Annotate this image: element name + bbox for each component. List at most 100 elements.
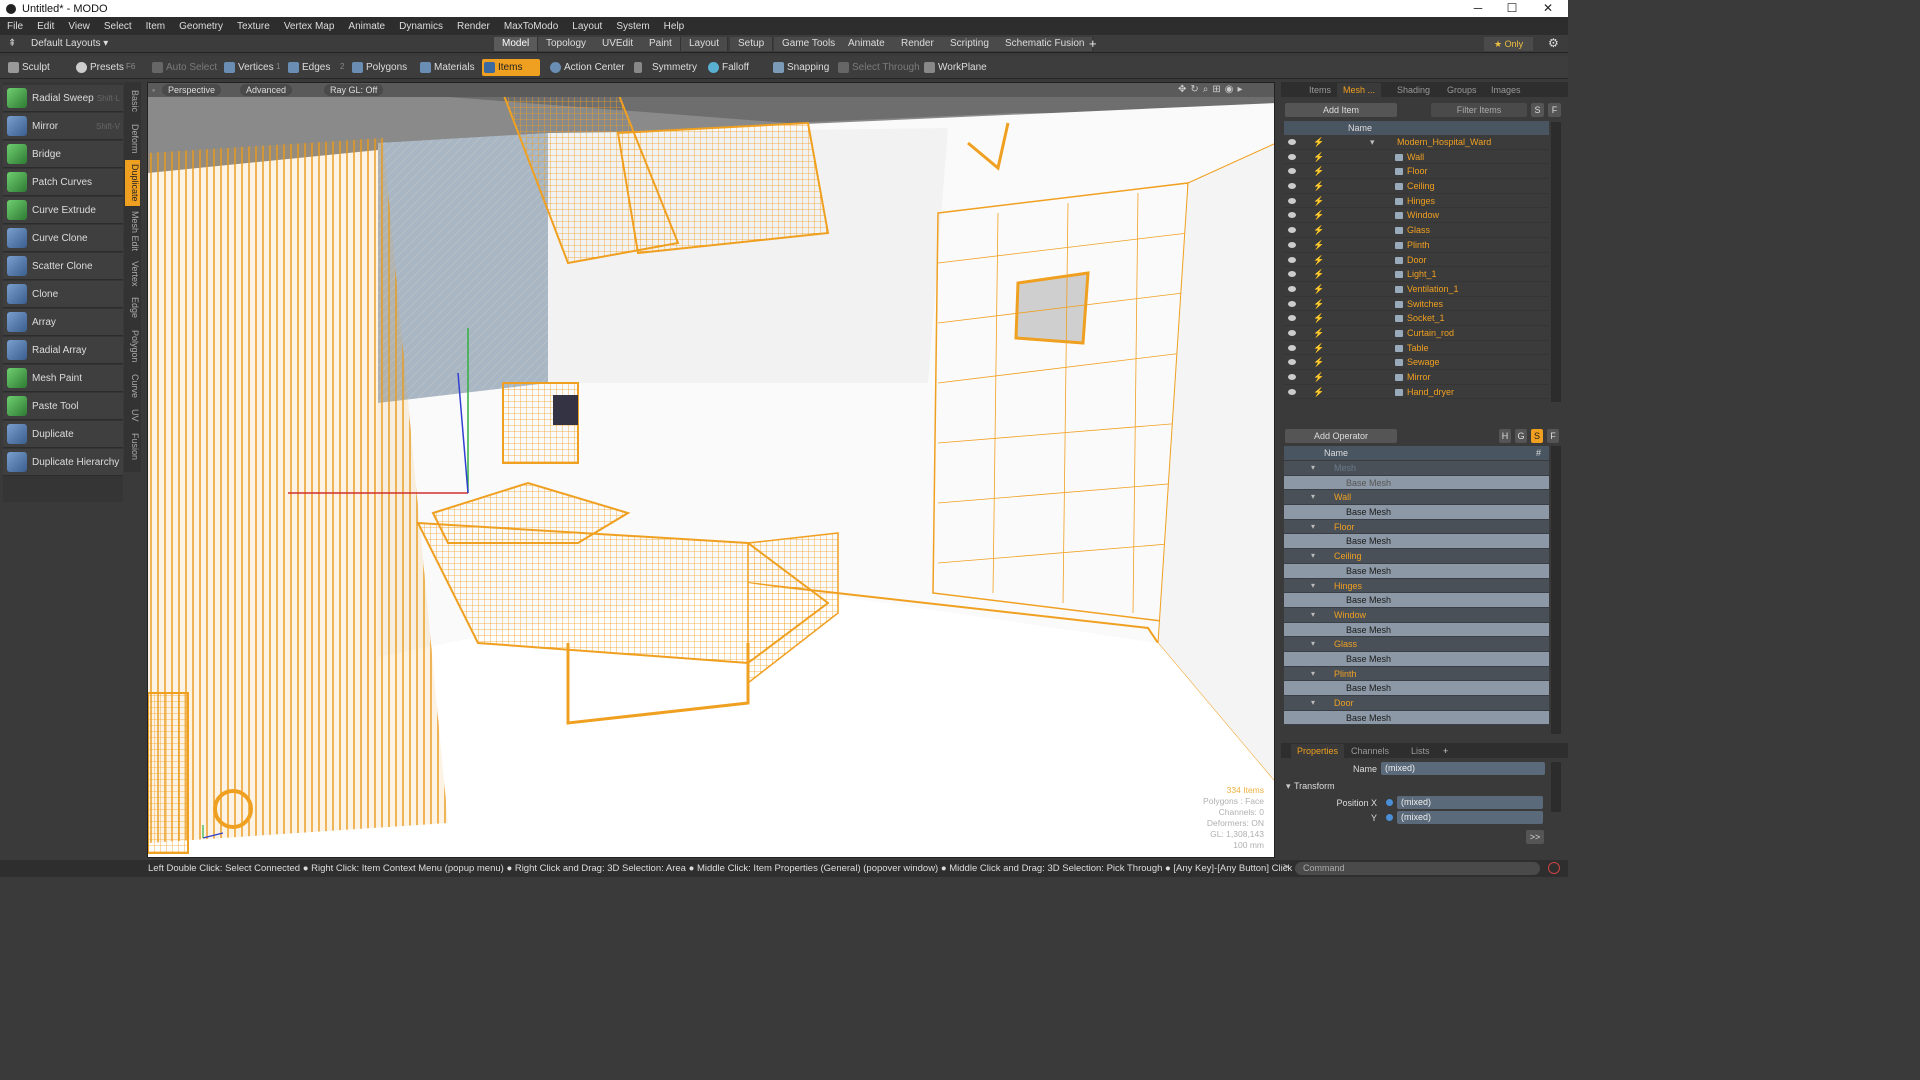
lock-icon[interactable]: ⚡ xyxy=(1313,196,1324,205)
vtab-deform[interactable]: Deform xyxy=(125,120,140,158)
maximize-button[interactable]: ☐ xyxy=(1494,0,1530,17)
eye-icon[interactable] xyxy=(1288,285,1296,292)
filter-items-input[interactable]: Filter Items xyxy=(1431,103,1527,117)
gear-icon[interactable]: ⚙ xyxy=(1548,36,1559,50)
curve-extrude-tool[interactable]: Curve Extrude xyxy=(3,197,123,224)
operator-row[interactable]: ▾ Mesh xyxy=(1284,461,1549,476)
operator-h-button[interactable]: H xyxy=(1499,429,1511,443)
command-input[interactable]: Command xyxy=(1295,862,1540,875)
eye-icon[interactable] xyxy=(1288,315,1296,322)
curve-clone-tool[interactable]: Curve Clone xyxy=(3,225,123,252)
snapping-button[interactable]: Snapping xyxy=(771,59,829,76)
operator-row[interactable]: ▾ Plinth xyxy=(1284,666,1549,682)
3d-viewport[interactable]: ◦ Perspective Advanced Ray GL: Off ✥↻⌕⊞◉… xyxy=(147,82,1275,858)
menu-vertex-map[interactable]: Vertex Map xyxy=(277,21,342,32)
record-icon[interactable] xyxy=(1548,862,1560,874)
lock-icon[interactable]: ⚡ xyxy=(1313,226,1324,235)
vtab-uv[interactable]: UV xyxy=(125,405,140,425)
tab-items[interactable]: Items xyxy=(1303,83,1337,97)
operator-row[interactable]: ▾ Ceiling xyxy=(1284,549,1549,564)
list-item[interactable]: ⚡ Switches xyxy=(1284,296,1549,312)
list-item[interactable]: ⚡ Socket_1 xyxy=(1284,311,1549,326)
menu-animate[interactable]: Animate xyxy=(341,21,392,32)
tab-render[interactable]: Render xyxy=(893,37,943,51)
bridge-tool[interactable]: Bridge xyxy=(3,141,123,168)
lock-icon[interactable]: ⚡ xyxy=(1313,211,1324,220)
list-item[interactable]: ⚡ Window xyxy=(1284,208,1549,224)
operator-row[interactable]: ▾ Hinges xyxy=(1284,578,1549,594)
eye-icon[interactable] xyxy=(1288,139,1296,145)
falloff-button[interactable]: Falloff xyxy=(706,59,749,76)
vtab-basic[interactable]: Basic xyxy=(125,86,140,116)
lock-icon[interactable]: ⚡ xyxy=(1313,284,1324,293)
mirror-tool[interactable]: Mirror Shift-V xyxy=(3,113,123,140)
operator-sub-row[interactable]: Base Mesh xyxy=(1284,681,1549,696)
items-button[interactable]: Items xyxy=(482,59,540,76)
vtab-curve[interactable]: Curve xyxy=(125,370,140,402)
eye-icon[interactable] xyxy=(1288,153,1296,160)
minimize-button[interactable]: ─ xyxy=(1460,0,1496,17)
tab-setup[interactable]: Setup xyxy=(730,37,774,51)
menu-view[interactable]: View xyxy=(61,21,97,32)
eye-icon[interactable] xyxy=(1288,329,1296,336)
eye-icon[interactable] xyxy=(1288,359,1296,366)
eye-icon[interactable] xyxy=(1288,344,1296,351)
operator-sub-row[interactable]: Base Mesh xyxy=(1284,563,1549,579)
add-layout-tab-button[interactable]: + xyxy=(1089,36,1097,51)
only-toggle[interactable]: ★ Only xyxy=(1484,37,1534,51)
list-item[interactable]: ⚡ Ventilation_1 xyxy=(1284,281,1549,297)
tab-uvedit[interactable]: UVEdit xyxy=(594,37,643,51)
menu-render[interactable]: Render xyxy=(450,21,497,32)
lock-icon[interactable]: ⚡ xyxy=(1313,138,1324,147)
list-item[interactable]: ⚡ Table xyxy=(1284,340,1549,356)
eye-icon[interactable] xyxy=(1288,300,1296,307)
tab-layout[interactable]: Layout xyxy=(681,37,729,51)
operator-s-button[interactable]: S xyxy=(1531,429,1543,443)
expand-arrow-icon[interactable]: ▾ xyxy=(1370,135,1375,150)
operator-sub-row[interactable]: Base Mesh xyxy=(1284,651,1549,667)
operator-sub-row[interactable]: Base Mesh xyxy=(1284,710,1549,726)
menu-item[interactable]: Item xyxy=(139,21,172,32)
tab-model[interactable]: Model xyxy=(494,37,539,51)
list-item[interactable]: ⚡ Sewage xyxy=(1284,355,1549,370)
polygons-button[interactable]: Polygons xyxy=(350,59,407,76)
tab-scripting[interactable]: Scripting xyxy=(942,37,998,51)
operator-g-button[interactable]: G xyxy=(1515,429,1527,443)
eye-icon[interactable] xyxy=(1288,197,1296,204)
menu-geometry[interactable]: Geometry xyxy=(172,21,230,32)
operator-row[interactable]: ▾ Wall xyxy=(1284,490,1549,506)
lock-icon[interactable]: ⚡ xyxy=(1313,270,1324,279)
radial-sweep-tool[interactable]: Radial Sweep Shift-L xyxy=(3,85,123,112)
add-properties-tab-button[interactable]: + xyxy=(1437,744,1454,758)
list-item[interactable]: ⚡ Light_1 xyxy=(1284,267,1549,282)
lock-icon[interactable]: ⚡ xyxy=(1313,328,1324,337)
tab-channels[interactable]: Channels xyxy=(1345,744,1395,758)
operator-sub-row[interactable]: Base Mesh xyxy=(1284,534,1549,550)
command-expand-button[interactable]: > xyxy=(1283,862,1289,873)
eye-icon[interactable] xyxy=(1288,212,1296,219)
position-y-field[interactable]: (mixed) xyxy=(1397,811,1543,824)
list-item[interactable]: ⚡ Curtain_rod xyxy=(1284,325,1549,341)
action-center-button[interactable]: Action Center xyxy=(548,59,625,76)
tab-images[interactable]: Images xyxy=(1485,83,1527,97)
items-s-button[interactable]: S xyxy=(1531,103,1544,117)
operator-sub-row[interactable]: Base Mesh xyxy=(1284,475,1549,491)
operator-row[interactable]: ▾ Window xyxy=(1284,607,1549,623)
list-item[interactable]: ⚡ Wall xyxy=(1284,149,1549,165)
viewport-nav-icons[interactable]: ✥↻⌕⊞◉▸ xyxy=(1178,84,1246,95)
lock-icon[interactable]: ⚡ xyxy=(1313,240,1324,249)
vtab-duplicate[interactable]: Duplicate xyxy=(125,160,140,206)
more-properties-button[interactable]: >> xyxy=(1526,830,1544,844)
list-item[interactable]: ⚡ Mirror xyxy=(1284,370,1549,385)
list-item[interactable]: ⚡ Plinth xyxy=(1284,237,1549,253)
vtab-vertex[interactable]: Vertex xyxy=(125,257,140,291)
eye-icon[interactable] xyxy=(1288,227,1296,234)
items-f-button[interactable]: F xyxy=(1548,103,1561,117)
menu-file[interactable]: File xyxy=(0,21,30,32)
lock-icon[interactable]: ⚡ xyxy=(1313,358,1324,367)
menu-layout[interactable]: Layout xyxy=(565,21,609,32)
operator-sub-row[interactable]: Base Mesh xyxy=(1284,505,1549,520)
symmetry-button[interactable]: Symmetry xyxy=(632,59,697,76)
list-item[interactable]: ⚡ Ceiling xyxy=(1284,179,1549,194)
layout-pin-icon[interactable]: ⇞ xyxy=(8,38,16,49)
